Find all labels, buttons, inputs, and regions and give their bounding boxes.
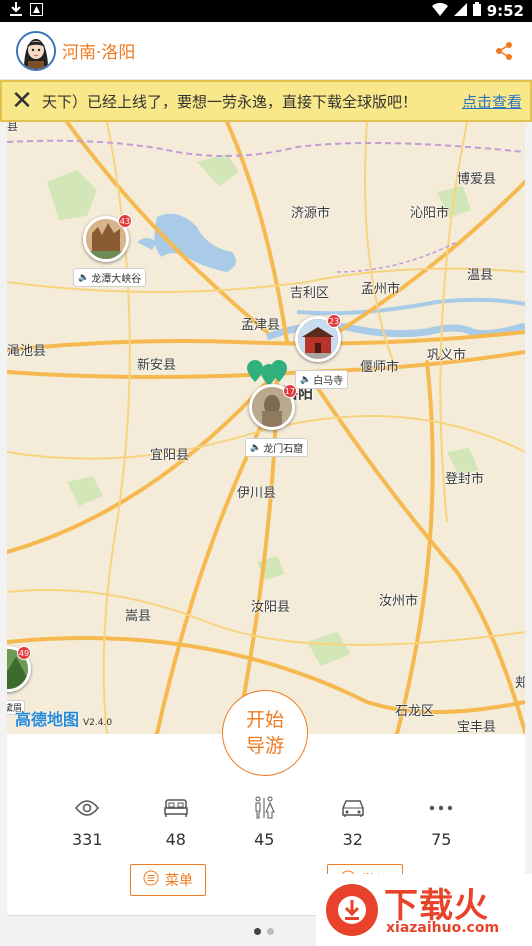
restroom-icon (252, 796, 276, 820)
more-icon (429, 796, 453, 820)
map-attribution: 高德地图 V2.4.0 (15, 706, 112, 730)
map-label-jili: 吉利区 (290, 286, 330, 301)
notice-download-link[interactable]: 点击查看 (462, 91, 530, 112)
signal-icon (453, 2, 467, 20)
app-header: 河南·洛阳 (0, 22, 532, 80)
stat-parking[interactable]: 32 (309, 796, 398, 849)
notice-message: 天下）已经上线了，要想一劳永逸，直接下载全球版吧！ (42, 92, 418, 111)
wifi-icon (431, 2, 448, 20)
map-label-edge-right: 郏 (515, 676, 525, 691)
map-label-mengjin: 孟津县 (241, 318, 281, 333)
poi-name: 龙门石窟 (263, 444, 304, 455)
notice-banner: ✕ 天下）已经上线了，要想一劳永逸，直接下载全球版吧！ 点击查看 (0, 80, 532, 122)
map-label-shilong: 石龙区 (395, 704, 435, 719)
speaker-icon: 🔈 (250, 442, 262, 453)
map-label-edge-top: 县 (7, 122, 18, 133)
map-label-gongyi: 巩义市 (427, 348, 467, 363)
eye-icon (75, 796, 100, 820)
map-label-yanshi: 偃师市 (360, 360, 400, 375)
poi-count-badge: 17 (283, 384, 297, 398)
stat-value: 331 (71, 830, 103, 849)
stats-row: 331 48 45 32 75 (7, 796, 525, 849)
poi-count-badge: 23 (327, 314, 341, 328)
map-label-songxian: 嵩县 (125, 609, 152, 624)
map-label-jiyuan: 济源市 (291, 206, 331, 221)
map-label-mianchi: 渑池县 (7, 344, 47, 359)
stat-value: 45 (254, 830, 275, 849)
map-label-wenxian: 温县 (467, 268, 494, 283)
watermark-url: xiazaihuo.com (386, 920, 500, 936)
app-notification-icon (30, 2, 43, 20)
poi-label-longtan[interactable]: 🔈 龙潭大峡谷 (73, 268, 147, 287)
speaker-icon: 🔈 (300, 374, 312, 385)
map-label-boai: 博爱县 (457, 172, 497, 187)
menu-button[interactable]: 菜单 (130, 864, 206, 896)
bed-icon (164, 796, 188, 820)
map-label-mengzhou: 孟州市 (361, 282, 401, 297)
stat-value: 48 (165, 830, 186, 849)
list-icon (143, 870, 159, 890)
poi-name: 白马寺 (313, 376, 344, 387)
map-provider-logo: 高德地图 (15, 710, 80, 729)
poi-label-longmen[interactable]: 🔈 龙门石窟 (245, 438, 309, 457)
stat-value: 75 (431, 830, 452, 849)
poi-name: 龙潭大峡谷 (91, 274, 142, 285)
start-guide-line1: 开始 (245, 709, 284, 731)
close-icon[interactable]: ✕ (2, 82, 42, 120)
status-time: 9:52 (486, 2, 524, 20)
speaker-icon: 🔈 (78, 272, 90, 283)
watermark-logo-icon (326, 884, 378, 936)
stat-more[interactable]: 75 (397, 796, 486, 849)
avatar[interactable] (16, 30, 56, 71)
map-view[interactable]: 博爱县 济源市 沁阳市 温县 吉利区 孟州市 孟津县 渑池县 新安县 偃师市 巩… (7, 122, 525, 734)
start-guide-button[interactable]: 开始 导游 (222, 690, 308, 776)
menu-button-label: 菜单 (165, 873, 193, 889)
share-icon[interactable] (494, 41, 514, 61)
map-version: V2.4.0 (83, 718, 113, 728)
status-bar: 9:52 (0, 0, 532, 22)
map-label-xinan: 新安县 (137, 358, 177, 373)
map-label-yiyang: 宜阳县 (150, 448, 190, 463)
map-label-dengfeng: 登封市 (445, 472, 485, 487)
watermark: 下载火 xiazaihuo.com (316, 874, 532, 946)
map-label-baofeng: 宝丰县 (457, 720, 497, 734)
map-label-yichuan: 伊川县 (237, 486, 277, 501)
map-label-qinyang: 沁阳市 (410, 206, 450, 221)
poi-label-baima[interactable]: 🔈 白马寺 (295, 370, 349, 389)
page-dot-active (254, 928, 261, 935)
stat-views[interactable]: 331 (43, 796, 132, 849)
map-label-ruzhou: 汝州市 (379, 594, 419, 609)
start-guide-line2: 导游 (245, 735, 284, 757)
page-indicator (254, 928, 274, 935)
page-title: 河南·洛阳 (62, 43, 136, 63)
poi-count-badge: 43 (118, 214, 132, 228)
map-label-ruyang: 汝阳县 (251, 600, 291, 615)
stat-restrooms[interactable]: 45 (220, 796, 309, 849)
page-dot (267, 928, 274, 935)
download-icon (10, 2, 22, 20)
stat-value: 32 (342, 830, 363, 849)
stat-hotels[interactable]: 48 (132, 796, 221, 849)
poi-count-badge: 49 (17, 646, 31, 660)
car-icon (341, 796, 365, 820)
battery-icon (472, 2, 481, 20)
